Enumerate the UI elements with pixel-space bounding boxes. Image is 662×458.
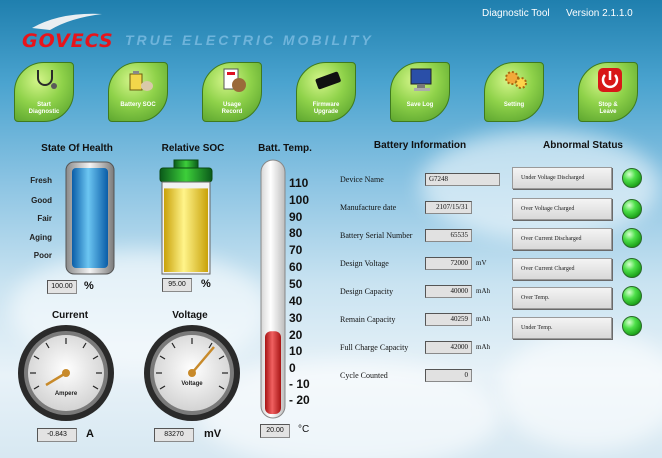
- temp-scale-label: 0: [289, 361, 296, 375]
- soh-battery-gauge: [65, 161, 115, 275]
- app-version: Version 2.1.1.0: [566, 8, 633, 19]
- info-unit: mV: [476, 259, 487, 267]
- info-label: Design Capacity: [340, 287, 394, 296]
- usage-record-button[interactable]: Usage Record: [202, 62, 262, 122]
- battery-info-title: Battery Information: [373, 140, 467, 151]
- soh-level-label: Poor: [33, 251, 52, 260]
- soh-level-label: Fair: [37, 214, 52, 223]
- stethoscope-icon: [37, 70, 57, 89]
- soh-level-label: Fresh: [30, 176, 52, 185]
- current-unit: A: [86, 428, 94, 440]
- info-unit: mAh: [476, 315, 490, 323]
- temp-scale-label: 70: [289, 243, 303, 257]
- battery-soc-button[interactable]: Battery SOC: [108, 62, 168, 122]
- chip-icon: [315, 71, 341, 90]
- info-label: Full Charge Capacity: [340, 343, 409, 352]
- serial-number-value: 65535: [425, 229, 472, 242]
- soc-fill: [164, 188, 208, 272]
- info-unit: mAh: [476, 343, 490, 351]
- status-led-icon: [622, 228, 642, 248]
- voltage-gauge-label: Voltage: [181, 381, 203, 387]
- soc-battery-gauge: [159, 159, 213, 275]
- brand-tagline: TRUE ELECTRIC MOBILITY: [125, 32, 374, 48]
- soh-value: 100.00: [47, 280, 77, 294]
- current-dial-gauge: Ampere: [18, 325, 114, 421]
- temp-scale-label: 100: [289, 193, 310, 207]
- temp-scale-label: 50: [289, 277, 303, 291]
- voltage-dial-gauge: Voltage: [144, 325, 240, 421]
- current-value: -0.843: [37, 428, 77, 442]
- voltage-unit: mV: [204, 428, 222, 440]
- cycle-counted-value: 0: [425, 369, 472, 382]
- stop-leave-button[interactable]: Stop & Leave: [578, 62, 638, 122]
- app-title: Diagnostic Tool: [482, 8, 550, 19]
- info-label: Design Voltage: [340, 259, 389, 268]
- status-under-voltage-discharged[interactable]: Under Voltage Discharged: [512, 167, 612, 189]
- computer-icon: [410, 68, 432, 91]
- info-label: Cycle Counted: [340, 371, 388, 380]
- info-unit: mAh: [476, 287, 490, 295]
- full-charge-capacity-value: 42000: [425, 341, 472, 354]
- status-over-voltage-charged[interactable]: Over Voltage Charged: [512, 198, 612, 220]
- cloud-decoration: [500, 330, 662, 450]
- usage-record-icon: [223, 68, 246, 92]
- soc-value: 95.00: [162, 278, 192, 292]
- gears-icon: [505, 71, 527, 89]
- remain-capacity-value: 40259: [425, 313, 472, 326]
- soh-title: State Of Health: [41, 143, 113, 154]
- temp-title: Batt. Temp.: [258, 143, 312, 154]
- thermometer-mercury: [265, 331, 281, 414]
- temp-scale-label: 90: [289, 210, 303, 224]
- soh-level-label: Good: [31, 196, 52, 205]
- info-label: Manufacture date: [340, 203, 397, 212]
- soc-unit: %: [201, 278, 211, 290]
- temp-unit: °C: [298, 424, 310, 435]
- status-over-temp[interactable]: Over Temp.: [512, 287, 612, 309]
- voltage-title: Voltage: [172, 310, 208, 321]
- status-led-icon: [622, 286, 642, 306]
- current-gauge-label: Ampere: [55, 391, 78, 397]
- info-label: Remain Capacity: [340, 315, 396, 324]
- status-over-current-discharged[interactable]: Over Current Discharged: [512, 228, 612, 250]
- status-led-icon: [622, 199, 642, 219]
- logo-swoosh-icon: [32, 13, 102, 30]
- info-label: Device Name: [340, 175, 384, 184]
- temp-scale-label: 80: [289, 226, 303, 240]
- temp-scale-label: 40: [289, 294, 303, 308]
- info-label: Battery Serial Number: [340, 231, 413, 240]
- soh-level-label: Aging: [29, 233, 52, 242]
- firmware-upgrade-button[interactable]: Firmware Upgrade: [296, 62, 356, 122]
- thermometer: [260, 159, 286, 419]
- temp-scale-label: - 20: [289, 393, 310, 407]
- brand-logo: GOVECS: [22, 30, 114, 52]
- status-under-temp[interactable]: Under Temp.: [512, 317, 612, 339]
- setting-button[interactable]: Setting: [484, 62, 544, 122]
- voltage-value: 83270: [154, 428, 194, 442]
- soc-title: Relative SOC: [161, 143, 225, 154]
- temp-value: 20.00: [260, 424, 290, 438]
- battery-dog-icon: [129, 71, 153, 91]
- temp-scale-label: 30: [289, 311, 303, 325]
- current-title: Current: [51, 310, 89, 321]
- save-log-button[interactable]: Save Log: [390, 62, 450, 122]
- temp-scale-label: 60: [289, 260, 303, 274]
- status-led-icon: [622, 168, 642, 188]
- temp-scale-label: 10: [289, 344, 303, 358]
- design-capacity-value: 40000: [425, 285, 472, 298]
- power-icon: [598, 68, 622, 92]
- status-led-icon: [622, 316, 642, 336]
- status-over-current-charged[interactable]: Over Current Charged: [512, 258, 612, 280]
- start-diagnostic-button[interactable]: Start Diagnostic: [14, 62, 74, 122]
- soh-unit: %: [84, 280, 94, 292]
- status-led-icon: [622, 258, 642, 278]
- design-voltage-value: 72000: [425, 257, 472, 270]
- temp-scale-label: 20: [289, 328, 303, 342]
- device-name-value: G7248: [425, 173, 500, 186]
- temp-scale-label: - 10: [289, 377, 310, 391]
- manufacture-date-value: 2107/15/31: [425, 201, 472, 214]
- temp-scale-label: 110: [289, 176, 309, 190]
- abnormal-status-title: Abnormal Status: [542, 140, 623, 151]
